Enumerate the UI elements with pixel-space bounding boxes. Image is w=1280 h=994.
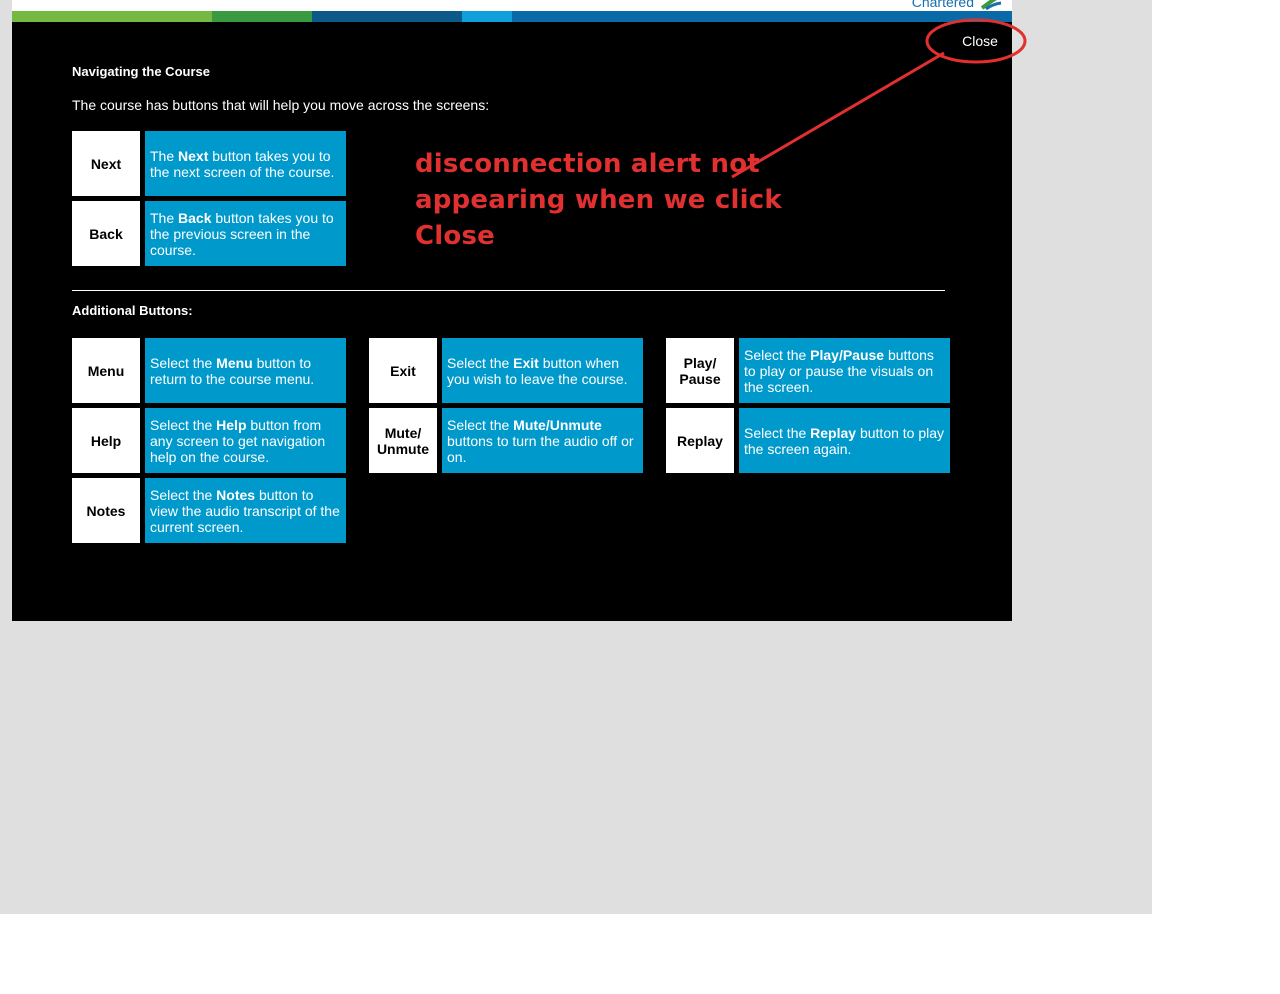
close-button[interactable]: Close xyxy=(952,30,1008,52)
chartered-logo-icon xyxy=(980,0,1002,10)
mute-unmute-button[interactable]: Mute/ Unmute xyxy=(369,408,437,473)
replay-description: Select the Replay button to play the scr… xyxy=(739,408,950,473)
notes-button[interactable]: Notes xyxy=(72,478,140,543)
header-stripe-5 xyxy=(462,11,512,22)
annotation-note: disconnection alert not appearing when w… xyxy=(415,146,855,254)
help-row-exit: Exit Select the Exit button when you wis… xyxy=(369,338,643,403)
next-button[interactable]: Next xyxy=(72,131,140,196)
page-header: Chartered xyxy=(12,0,1012,11)
header-stripe-4 xyxy=(392,11,462,22)
help-modal: Close Navigating the Course The course h… xyxy=(12,22,1012,621)
header-stripe-3 xyxy=(312,11,392,22)
header-stripe-1 xyxy=(12,11,212,22)
help-row-help: Help Select the Help button from any scr… xyxy=(72,408,346,473)
help-row-play-pause: Play/ Pause Select the Play/Pause button… xyxy=(666,338,950,403)
back-button[interactable]: Back xyxy=(72,201,140,266)
section-divider xyxy=(72,290,945,291)
modal-title: Navigating the Course xyxy=(72,64,210,79)
help-button[interactable]: Help xyxy=(72,408,140,473)
play-pause-button[interactable]: Play/ Pause xyxy=(666,338,734,403)
menu-description: Select the Menu button to return to the … xyxy=(145,338,346,403)
exit-description: Select the Exit button when you wish to … xyxy=(442,338,643,403)
annotation-line-1: disconnection alert not xyxy=(415,149,760,179)
help-row-back: Back The Back button takes you to the pr… xyxy=(72,201,346,266)
brand-logo: Chartered xyxy=(912,0,1002,10)
help-row-mute: Mute/ Unmute Select the Mute/Unmute butt… xyxy=(369,408,643,473)
mute-unmute-description: Select the Mute/Unmute buttons to turn t… xyxy=(442,408,643,473)
additional-buttons-title: Additional Buttons: xyxy=(72,303,193,318)
header-stripe-2 xyxy=(212,11,312,22)
brand-name: Chartered xyxy=(911,0,974,10)
help-row-notes: Notes Select the Notes button to view th… xyxy=(72,478,346,543)
help-row-next: Next The Next button takes you to the ne… xyxy=(72,131,346,196)
help-row-replay: Replay Select the Replay button to play … xyxy=(666,408,950,473)
help-description: Select the Help button from any screen t… xyxy=(145,408,346,473)
notes-description: Select the Notes button to view the audi… xyxy=(145,478,346,543)
play-pause-description: Select the Play/Pause buttons to play or… xyxy=(739,338,950,403)
replay-button[interactable]: Replay xyxy=(666,408,734,473)
exit-button[interactable]: Exit xyxy=(369,338,437,403)
back-description: The Back button takes you to the previou… xyxy=(145,201,346,266)
header-stripe-6 xyxy=(512,11,1012,22)
help-row-menu: Menu Select the Menu button to return to… xyxy=(72,338,346,403)
annotation-line-2: appearing when we click Close xyxy=(415,185,782,251)
next-description: The Next button takes you to the next sc… xyxy=(145,131,346,196)
intro-text: The course has buttons that will help yo… xyxy=(72,97,490,113)
menu-button[interactable]: Menu xyxy=(72,338,140,403)
